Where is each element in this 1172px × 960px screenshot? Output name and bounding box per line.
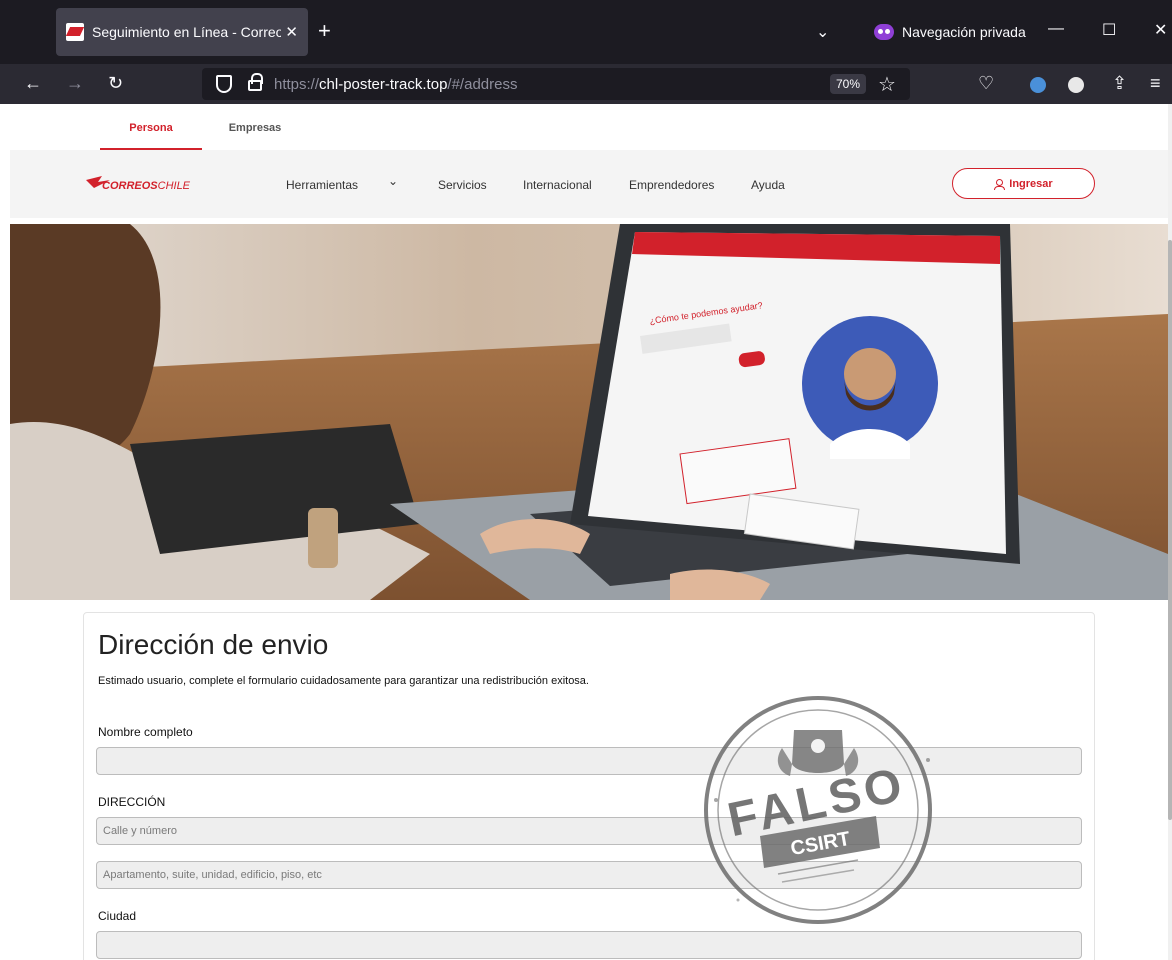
nav-internacional[interactable]: Internacional xyxy=(523,178,592,192)
address-label: DIRECCIÓN xyxy=(98,795,166,809)
extension-icon[interactable] xyxy=(1030,77,1046,93)
page-scrollbar[interactable] xyxy=(1168,104,1172,960)
chevron-down-icon[interactable]: ⌄ xyxy=(388,174,398,188)
url-bar[interactable]: https://chl-poster-track.top/#/address 7… xyxy=(202,68,910,100)
private-browsing-label: Navegación privada xyxy=(902,24,1026,40)
url-text[interactable]: https://chl-poster-track.top/#/address xyxy=(274,76,517,93)
web-page: Persona Empresas CORREOSCHILE Herramient… xyxy=(10,104,1168,960)
name-label: Nombre completo xyxy=(98,725,193,739)
reload-button[interactable]: ↻ xyxy=(108,72,123,94)
private-browsing-indicator: Navegación privada xyxy=(874,24,1026,40)
tab-empresas[interactable]: Empresas xyxy=(210,122,300,134)
audience-segment-bar: Persona Empresas xyxy=(10,104,1168,150)
correos-favicon-icon xyxy=(66,23,84,41)
nav-servicios[interactable]: Servicios xyxy=(438,178,487,192)
maximize-button[interactable]: ☐ xyxy=(1102,20,1116,40)
new-tab-button[interactable]: + xyxy=(318,20,331,42)
browser-tab[interactable]: Seguimiento en Línea - Correos ✕ xyxy=(56,8,308,56)
login-button[interactable]: Ingresar xyxy=(952,168,1095,199)
user-icon xyxy=(994,178,1006,190)
shipping-address-form: Dirección de envio Estimado usuario, com… xyxy=(83,612,1095,960)
pocket-icon[interactable]: ♡ xyxy=(978,72,994,94)
share-icon[interactable]: ⇪ xyxy=(1112,72,1127,94)
city-label: Ciudad xyxy=(98,909,137,923)
forward-button[interactable]: → xyxy=(66,72,84,94)
falso-csirt-stamp: FALSO CSIRT xyxy=(704,696,932,924)
zoom-level-badge[interactable]: 70% xyxy=(830,74,867,94)
svg-text:CORREOSCHILE: CORREOSCHILE xyxy=(102,180,191,192)
private-mask-icon xyxy=(874,24,894,40)
bookmark-star-icon[interactable]: ☆ xyxy=(878,72,896,97)
tab-persona[interactable]: Persona xyxy=(100,122,202,150)
back-button[interactable]: ← xyxy=(24,72,42,94)
tab-close-icon[interactable]: ✕ xyxy=(285,23,298,41)
shield-icon[interactable] xyxy=(216,75,232,93)
nav-herramientas[interactable]: Herramientas xyxy=(286,178,358,192)
scrollbar-thumb[interactable] xyxy=(1168,240,1172,820)
city-field[interactable] xyxy=(96,931,1082,959)
browser-tab-bar: Seguimiento en Línea - Correos ✕ + ⌄ Nav… xyxy=(0,0,1172,64)
window-left-edge xyxy=(0,0,10,960)
correoschile-logo[interactable]: CORREOSCHILE xyxy=(84,174,204,194)
hero-image: ¿Cómo te podemos ayudar? xyxy=(10,224,1168,600)
browser-toolbar: ← → ↻ https://chl-poster-track.top/#/add… xyxy=(0,64,1172,104)
nav-ayuda[interactable]: Ayuda xyxy=(751,178,785,192)
ip-extension-icon[interactable] xyxy=(1068,77,1084,93)
hero-illustration: ¿Cómo te podemos ayudar? xyxy=(10,224,1168,600)
minimize-button[interactable]: — xyxy=(1048,20,1064,38)
close-window-button[interactable]: ✕ xyxy=(1154,20,1167,40)
site-header: CORREOSCHILE Herramientas ⌄ Servicios In… xyxy=(10,150,1168,218)
tab-list-chevron-icon[interactable]: ⌄ xyxy=(816,22,829,42)
form-title: Dirección de envio xyxy=(98,629,329,660)
menu-icon[interactable]: ≡ xyxy=(1150,72,1161,94)
form-subtitle: Estimado usuario, complete el formulario… xyxy=(98,675,589,687)
tab-title: Seguimiento en Línea - Correos xyxy=(92,24,282,40)
lock-icon[interactable] xyxy=(248,73,263,91)
nav-emprendedores[interactable]: Emprendedores xyxy=(629,178,714,192)
login-button-label: Ingresar xyxy=(1009,177,1053,190)
